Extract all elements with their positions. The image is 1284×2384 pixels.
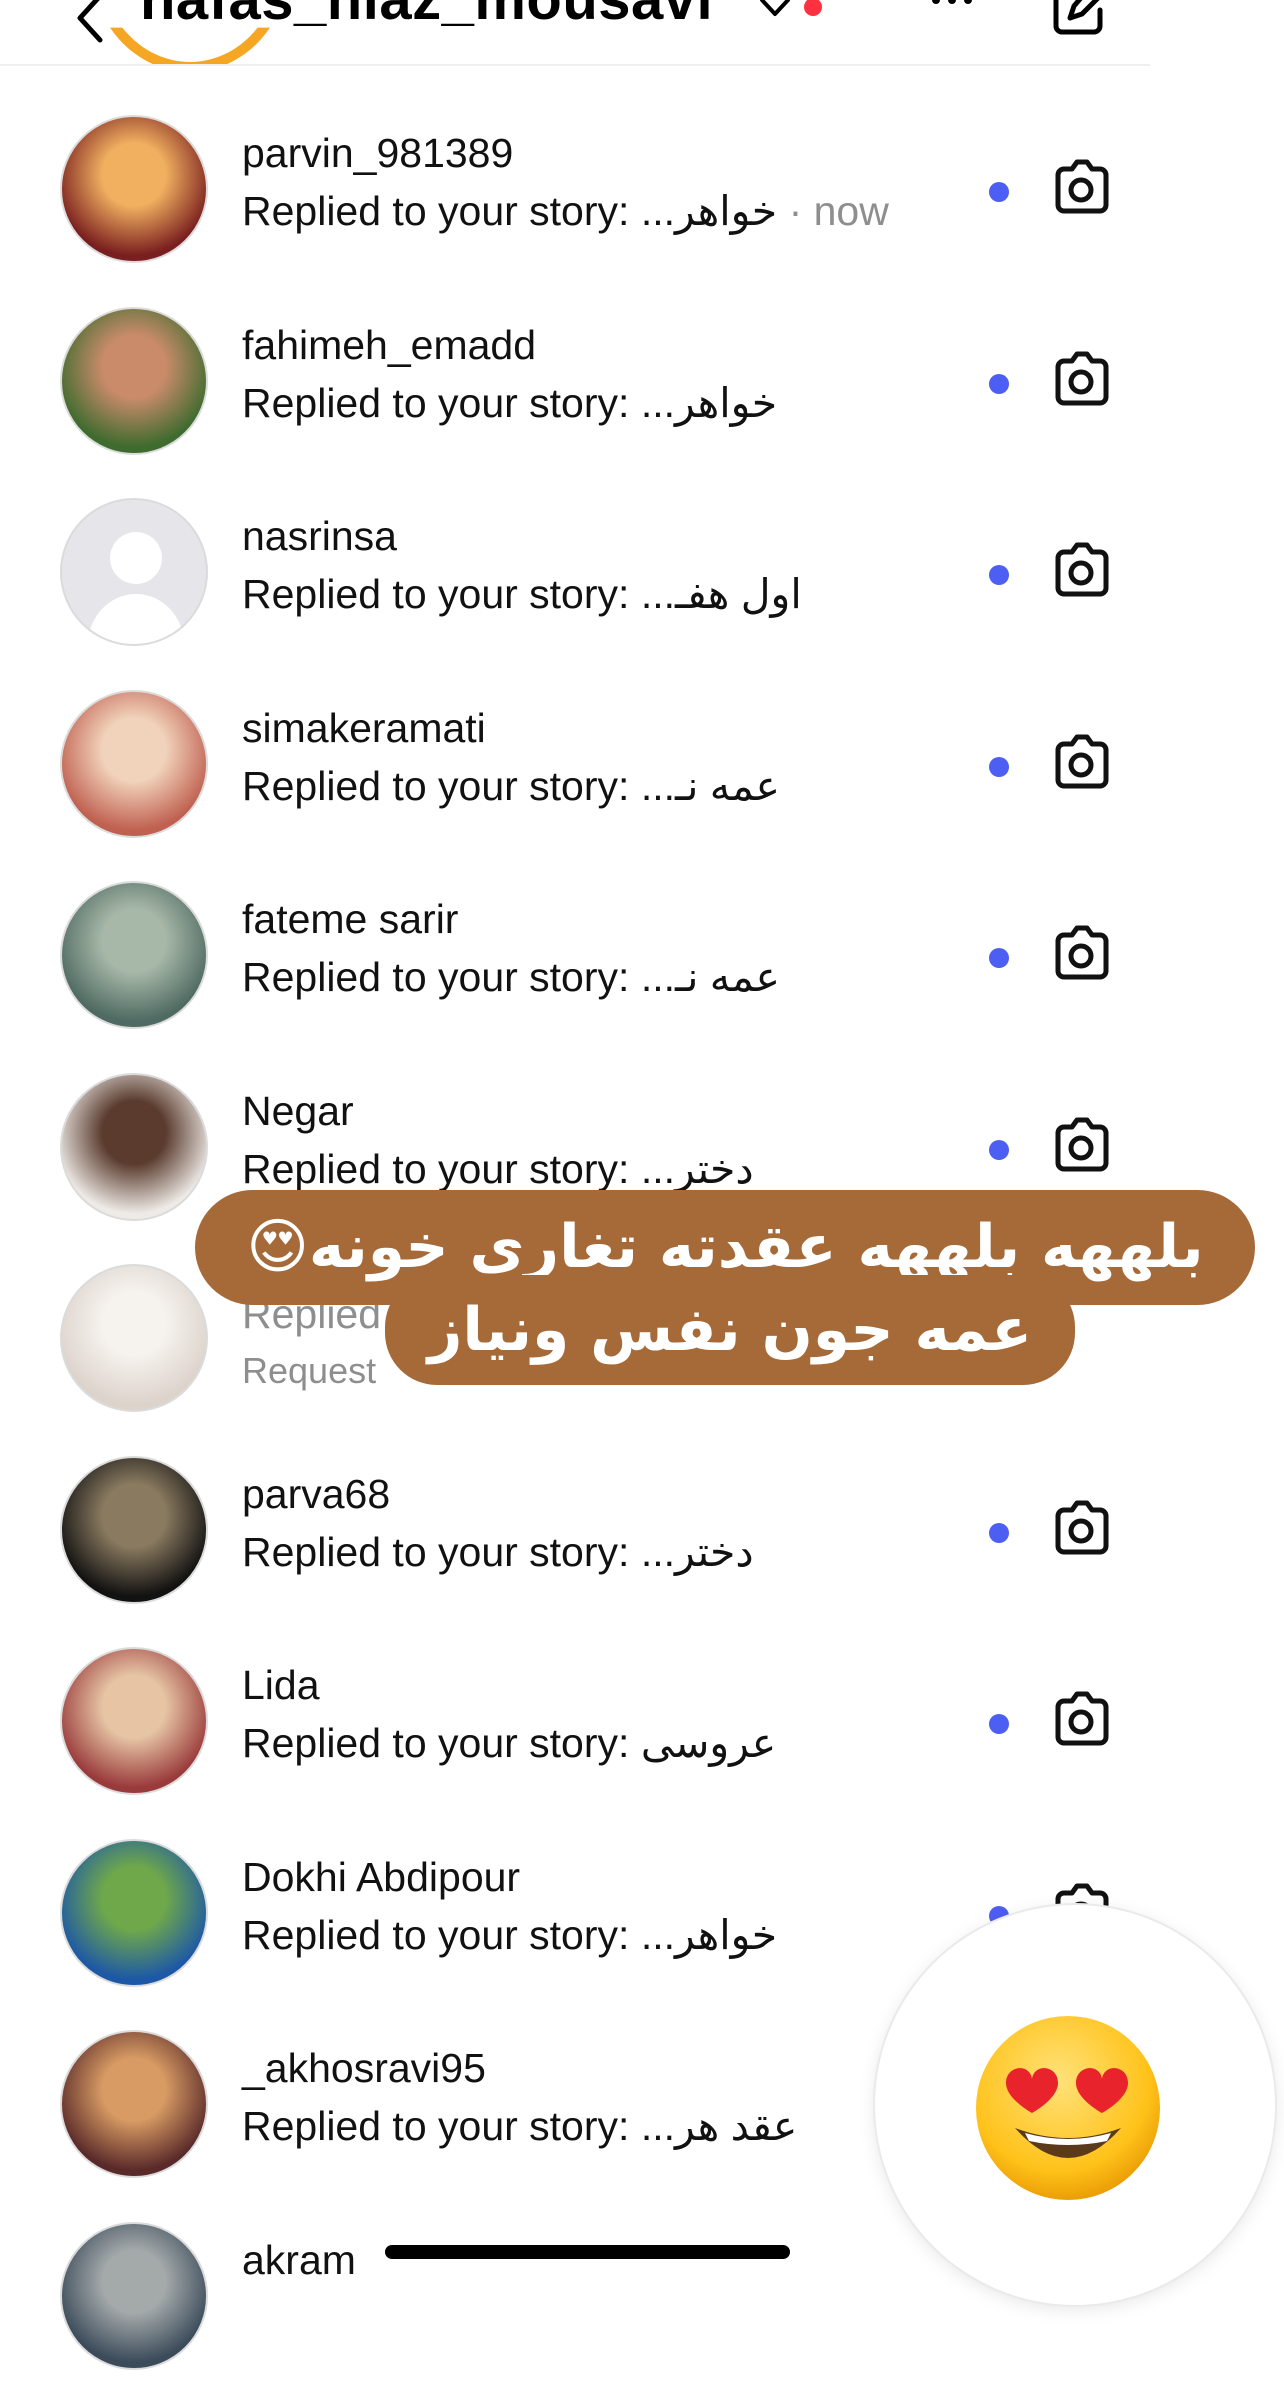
reply-prefix: Replied to your story:: [242, 762, 630, 809]
thread-row[interactable]: fateme sarir Replied to your story: عمه ن…: [0, 852, 1150, 1043]
unread-dot: [989, 373, 1009, 394]
unread-dot: [989, 1522, 1009, 1543]
thread-preview: Replied to your story: خواهر...: [242, 1911, 777, 1959]
reply-prefix: Replied to your story:: [242, 1911, 630, 1958]
thread-row[interactable]: Lida Replied to your story: عروسی: [0, 1618, 1150, 1809]
thread-preview: Replied to your story: دختر...: [242, 1528, 754, 1576]
thread-row[interactable]: parva68 Replied to your story: دختر...: [0, 1427, 1150, 1618]
avatar[interactable]: [60, 881, 208, 1029]
message-snippet: عمه نـ...: [640, 954, 780, 1000]
avatar[interactable]: [60, 1264, 208, 1412]
reply-prefix: Replied to your story:: [242, 954, 630, 1000]
camera-icon[interactable]: [1050, 732, 1112, 792]
back-chevron-icon[interactable]: [70, 0, 110, 48]
unread-dot: [989, 756, 1009, 777]
reply-prefix: Replied to your story:: [242, 1145, 630, 1192]
thread-username: nasrinsa: [242, 513, 397, 559]
request-label: Request: [242, 1350, 377, 1391]
thread-preview: Replied to your story: عمه نـ...: [242, 762, 780, 810]
thread-username: Lida: [242, 1662, 320, 1708]
reply-prefix: Replied to your story:: [242, 188, 630, 234]
reply-prefix: Replied to your story:: [242, 1528, 630, 1575]
reply-prefix: Replied to your story:: [242, 379, 630, 426]
emoji-reaction-bubble[interactable]: [875, 1905, 1275, 2305]
avatar[interactable]: [60, 1455, 208, 1604]
unread-dot: [989, 565, 1009, 585]
message-snippet: عروسی: [640, 1720, 777, 1766]
message-snippet: خواهر...: [640, 1911, 778, 1958]
thread-preview: Replied to your story: عقد هر...: [242, 2102, 797, 2150]
thread-username: parva68: [242, 1470, 391, 1517]
thread-username: _akhosravi95: [242, 2045, 486, 2091]
avatar[interactable]: [60, 2221, 208, 2370]
thread-username: parvin_981389: [242, 130, 514, 176]
reply-prefix: Replied to your story:: [242, 2103, 630, 2149]
thread-username: Dokhi Abdipour: [242, 1853, 521, 1900]
unread-dot: [989, 1714, 1009, 1734]
heart-eyes-emoji-icon: [976, 2016, 1160, 2200]
message-snippet: دختر...: [640, 1528, 754, 1575]
notification-dot: [804, 0, 822, 16]
home-indicator: [385, 2245, 790, 2259]
unread-dot: [989, 1139, 1009, 1160]
message-snippet: عقد هر...: [640, 2103, 798, 2149]
story-caption-line-2: عمه جون نفس ونیاز: [385, 1275, 1075, 1385]
unread-dot: [989, 948, 1009, 968]
camera-icon[interactable]: [1050, 923, 1112, 983]
message-snippet: خواهر...: [640, 379, 778, 426]
thread-preview: Replied to your story: اول هفـ...: [242, 570, 802, 618]
new-message-icon[interactable]: [1050, 0, 1112, 38]
thread-username: simakeramati: [242, 704, 486, 751]
avatar[interactable]: [60, 689, 208, 838]
camera-icon[interactable]: [1050, 540, 1112, 600]
avatar[interactable]: [60, 498, 208, 646]
default-avatar-icon: [86, 532, 186, 644]
thread-row[interactable]: nasrinsa Replied to your story: اول هفـ..…: [0, 469, 1150, 660]
chevron-down-icon[interactable]: [758, 0, 792, 24]
thread-username: akram: [242, 2236, 356, 2283]
thread-username: fateme sarir: [242, 896, 459, 942]
avatar[interactable]: [60, 2030, 208, 2178]
camera-icon[interactable]: [1050, 1689, 1112, 1749]
message-snippet: خواهر...: [640, 188, 778, 234]
camera-icon[interactable]: [1050, 1115, 1112, 1175]
message-snippet: عمه نـ...: [640, 762, 780, 809]
thread-preview: Replied to your story: عمه نـ...: [242, 953, 780, 1001]
timestamp: · now: [788, 188, 889, 234]
unread-dot: [989, 182, 1009, 202]
avatar[interactable]: [60, 1838, 208, 1987]
reply-prefix: Replied to your story:: [242, 1720, 630, 1766]
avatar[interactable]: [60, 115, 208, 263]
thread-row[interactable]: simakeramati Replied to your story: عمه ن…: [0, 661, 1150, 852]
avatar[interactable]: [60, 1072, 208, 1221]
avatar[interactable]: [60, 1647, 208, 1795]
thread-preview: Replied to your story: خواهر...: [242, 379, 777, 427]
thread-preview: Replied to your story: خواهر... · now: [242, 187, 889, 235]
thread-preview: Replied to your story: عروسی: [242, 1719, 776, 1767]
thread-username: fahimeh_emadd: [242, 321, 537, 368]
thread-username: Negar: [242, 1087, 354, 1134]
avatar[interactable]: [60, 306, 208, 455]
thread-row[interactable]: fahimeh_emadd Replied to your story: خواه…: [0, 278, 1150, 469]
camera-icon[interactable]: [1050, 157, 1112, 217]
message-snippet: اول هفـ...: [640, 571, 802, 617]
thread-row[interactable]: parvin_981389 Replied to your story: خواه…: [0, 86, 1150, 277]
camera-icon[interactable]: [1050, 349, 1112, 409]
reply-prefix: Replied to your story:: [242, 571, 630, 617]
thread-preview: Replied to your story: دختر...: [242, 1145, 754, 1193]
top-bar: nafas_niaz_mousavi: [0, 0, 1150, 66]
account-username[interactable]: nafas_niaz_mousavi: [140, 0, 713, 33]
more-options-icon[interactable]: [928, 0, 976, 26]
camera-icon[interactable]: [1050, 1498, 1112, 1558]
message-snippet: دختر...: [640, 1145, 754, 1192]
